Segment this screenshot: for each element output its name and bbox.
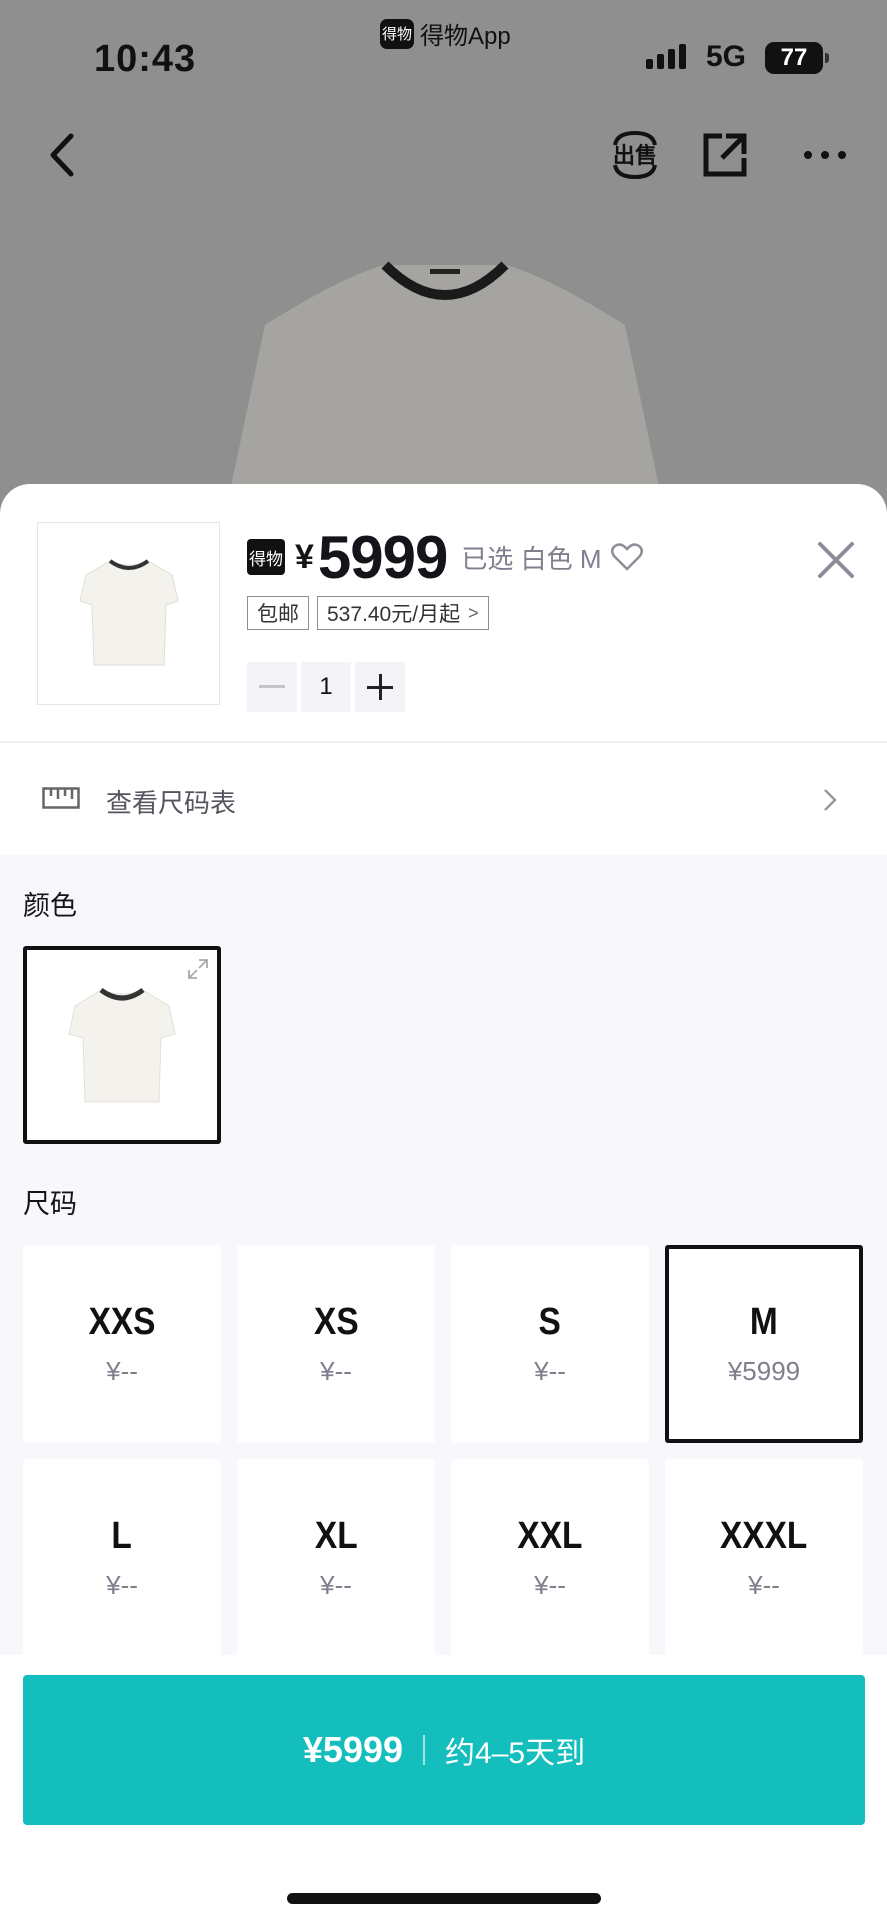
share-icon: [703, 133, 747, 177]
size-option-xxxl[interactable]: XXXL ¥--: [665, 1459, 863, 1657]
back-button[interactable]: [28, 120, 98, 190]
size-price: ¥--: [320, 1570, 352, 1600]
size-price: ¥--: [748, 1570, 780, 1600]
quantity-value[interactable]: 1: [301, 662, 351, 712]
decrease-button[interactable]: [247, 662, 297, 712]
price-currency: ¥: [295, 537, 314, 576]
size-price: ¥--: [320, 1356, 352, 1386]
sell-button[interactable]: 出售: [600, 120, 670, 190]
increase-button[interactable]: [355, 662, 405, 712]
product-price: 5999: [317, 523, 448, 591]
size-name: XXL: [517, 1515, 583, 1557]
size-name: S: [538, 1301, 562, 1343]
size-option-xs[interactable]: XS ¥--: [237, 1245, 435, 1443]
color-option-white[interactable]: [23, 946, 221, 1144]
free-shipping-tag: 包邮: [247, 596, 309, 630]
size-name: XXS: [88, 1301, 156, 1343]
size-name: L: [111, 1515, 133, 1557]
more-icon: [804, 151, 846, 159]
installment-label: 537.40元/月起: [327, 603, 461, 626]
tshirt-image: [79, 559, 179, 666]
chevron-right-icon: >: [468, 602, 479, 623]
size-option-xxs[interactable]: XXS ¥--: [23, 1245, 221, 1443]
app-name: 得物App: [420, 23, 511, 50]
size-name: XL: [314, 1515, 358, 1557]
share-button[interactable]: [690, 120, 760, 190]
free-shipping-label: 包邮: [257, 603, 299, 626]
size-option-l[interactable]: L ¥--: [23, 1459, 221, 1657]
status-time: 10:43: [94, 38, 197, 80]
chevron-right-icon: [824, 789, 837, 811]
minus-icon: [259, 685, 285, 688]
price-row: 得物 ¥ 5999 已选 白色 M: [247, 522, 644, 592]
size-option-xxl[interactable]: XXL ¥--: [451, 1459, 649, 1657]
size-name: XS: [313, 1301, 359, 1343]
buy-button-price: ¥5999: [302, 1729, 404, 1770]
battery-level: 77: [780, 44, 808, 71]
app-logo: 得物: [380, 18, 414, 49]
buy-button-separator: [423, 1735, 426, 1765]
close-button[interactable]: [808, 532, 864, 588]
more-button[interactable]: [790, 120, 860, 190]
buy-button[interactable]: ¥5999 约4–5天到: [23, 1675, 865, 1825]
home-indicator[interactable]: [287, 1893, 601, 1904]
sell-icon: 出售: [613, 130, 657, 180]
size-name: XXXL: [720, 1515, 808, 1557]
size-option-xl[interactable]: XL ¥--: [237, 1459, 435, 1657]
battery-icon: 77: [765, 42, 829, 74]
size-price: ¥5999: [727, 1356, 801, 1386]
dewu-logo: 得物: [247, 539, 285, 575]
buy-bar: ¥5999 约4–5天到: [0, 1655, 887, 1920]
size-name: M: [750, 1301, 778, 1343]
size-option-m[interactable]: M ¥5999: [665, 1245, 863, 1443]
heart-icon[interactable]: [610, 542, 644, 572]
size-price: ¥--: [534, 1356, 566, 1386]
top-nav: 出售: [0, 120, 887, 190]
installment-tag[interactable]: 537.40元/月起 >: [317, 596, 489, 630]
quantity-stepper: 1: [247, 662, 405, 712]
size-option-s[interactable]: S ¥--: [451, 1245, 649, 1443]
signal-icon: [646, 44, 686, 69]
promo-tags: 包邮 537.40元/月起 >: [247, 596, 489, 630]
size-price: ¥--: [106, 1356, 138, 1386]
product-thumbnail[interactable]: [37, 522, 220, 705]
sell-label: 出售: [613, 143, 657, 168]
network-type: 5G: [706, 40, 747, 73]
close-icon: [818, 542, 854, 578]
ruler-icon: [42, 787, 80, 809]
color-section-title: 颜色: [23, 891, 77, 921]
chevron-left-icon: [50, 133, 74, 177]
expand-icon[interactable]: [187, 958, 209, 980]
size-price: ¥--: [106, 1570, 138, 1600]
size-price: ¥--: [534, 1570, 566, 1600]
status-bar: 10:43 得物 得物App 5G 77: [0, 0, 887, 110]
size-section-title: 尺码: [23, 1189, 77, 1219]
app-indicator: 得物 得物App: [380, 16, 511, 51]
size-chart-link[interactable]: 查看尺码表: [0, 743, 887, 855]
size-chart-label: 查看尺码表: [106, 788, 237, 818]
selected-spec: 已选 白色 M: [461, 543, 602, 574]
buy-button-eta: 约4–5天到: [445, 1737, 586, 1770]
plus-icon: [367, 674, 393, 700]
